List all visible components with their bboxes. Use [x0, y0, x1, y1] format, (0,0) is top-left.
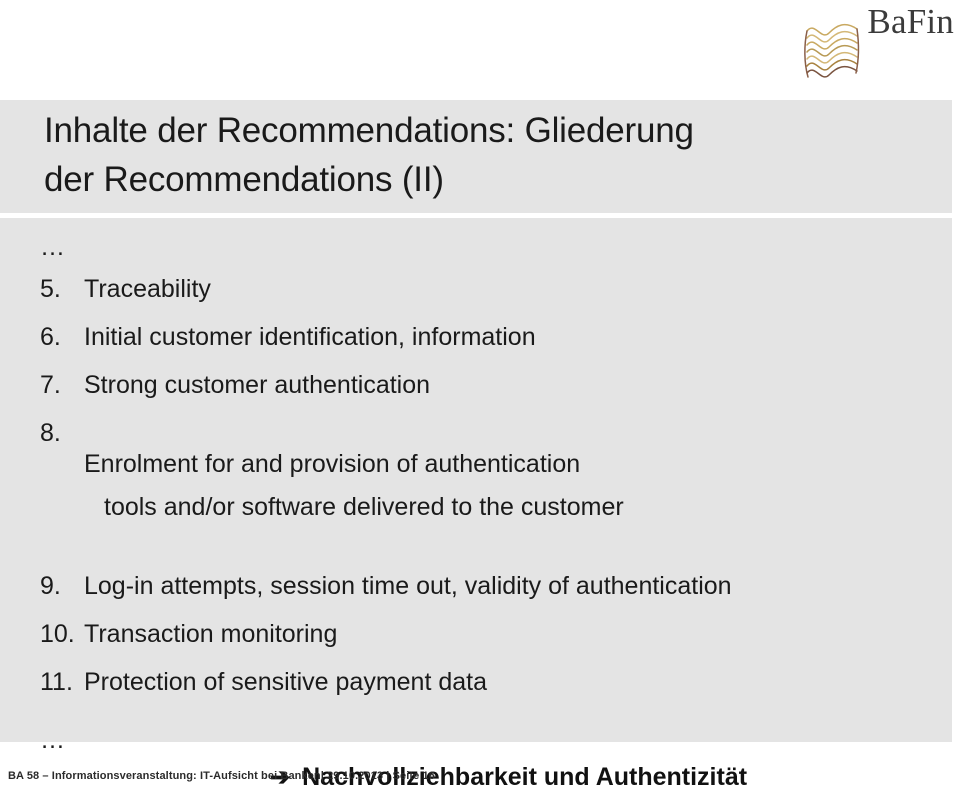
list-item: 9. Log-in attempts, session time out, va…	[40, 563, 940, 611]
list-item: 6. Initial customer identification, info…	[40, 314, 940, 362]
page-title: Inhalte der Recommendations: Gliederung …	[44, 111, 694, 199]
list-item-label: Transaction monitoring	[84, 620, 338, 648]
list-item-text-line2: tools and/or software delivered to the c…	[104, 493, 624, 521]
list-item: 5. Traceability	[40, 266, 940, 314]
content-area: … 5. Traceability 6. Initial customer id…	[40, 232, 940, 794]
list-item-label: Initial customer identification, informa…	[84, 323, 536, 351]
list-item: 11. Protection of sensitive payment data	[40, 659, 940, 707]
leading-ellipsis: …	[40, 233, 65, 261]
slide-footer: BA 58 – Informationsveranstaltung: IT-Au…	[8, 770, 435, 782]
recommendations-list: 5. Traceability 6. Initial customer iden…	[40, 266, 940, 707]
title-band: Inhalte der Recommendations: Gliederung …	[0, 100, 952, 213]
list-item-number: 11.	[40, 668, 73, 696]
list-item-label: Log-in attempts, session time out, valid…	[84, 572, 732, 600]
list-item-number: 8.	[40, 419, 61, 447]
list-item-label: Traceability	[84, 275, 211, 303]
bafin-wave-logo-icon	[804, 23, 860, 78]
list-item-text-line1: Enrolment for and provision of authentic…	[84, 450, 581, 478]
bafin-logo: BaFin	[801, 2, 954, 82]
list-item-label: Protection of sensitive payment data	[84, 668, 488, 696]
list-item-label: Strong customer authentication	[84, 371, 431, 399]
bafin-wordmark: BaFin	[867, 2, 954, 41]
list-item-label: Enrolment for and provision of authentic…	[84, 418, 940, 554]
list-item-number: 7.	[40, 371, 61, 399]
list-item-number: 6.	[40, 323, 61, 351]
list-item: 10. Transaction monitoring	[40, 611, 940, 659]
list-item: 7. Strong customer authentication	[40, 362, 940, 410]
slide-header: BaFin	[0, 0, 960, 97]
list-item-number: 10.	[40, 620, 75, 648]
content-band: … 5. Traceability 6. Initial customer id…	[0, 218, 952, 791]
list-item-number: 9.	[40, 572, 61, 600]
list-item: 8. Enrolment for and provision of authen…	[40, 410, 940, 563]
list-item-number: 5.	[40, 275, 61, 303]
trailing-ellipsis: …	[40, 726, 65, 754]
